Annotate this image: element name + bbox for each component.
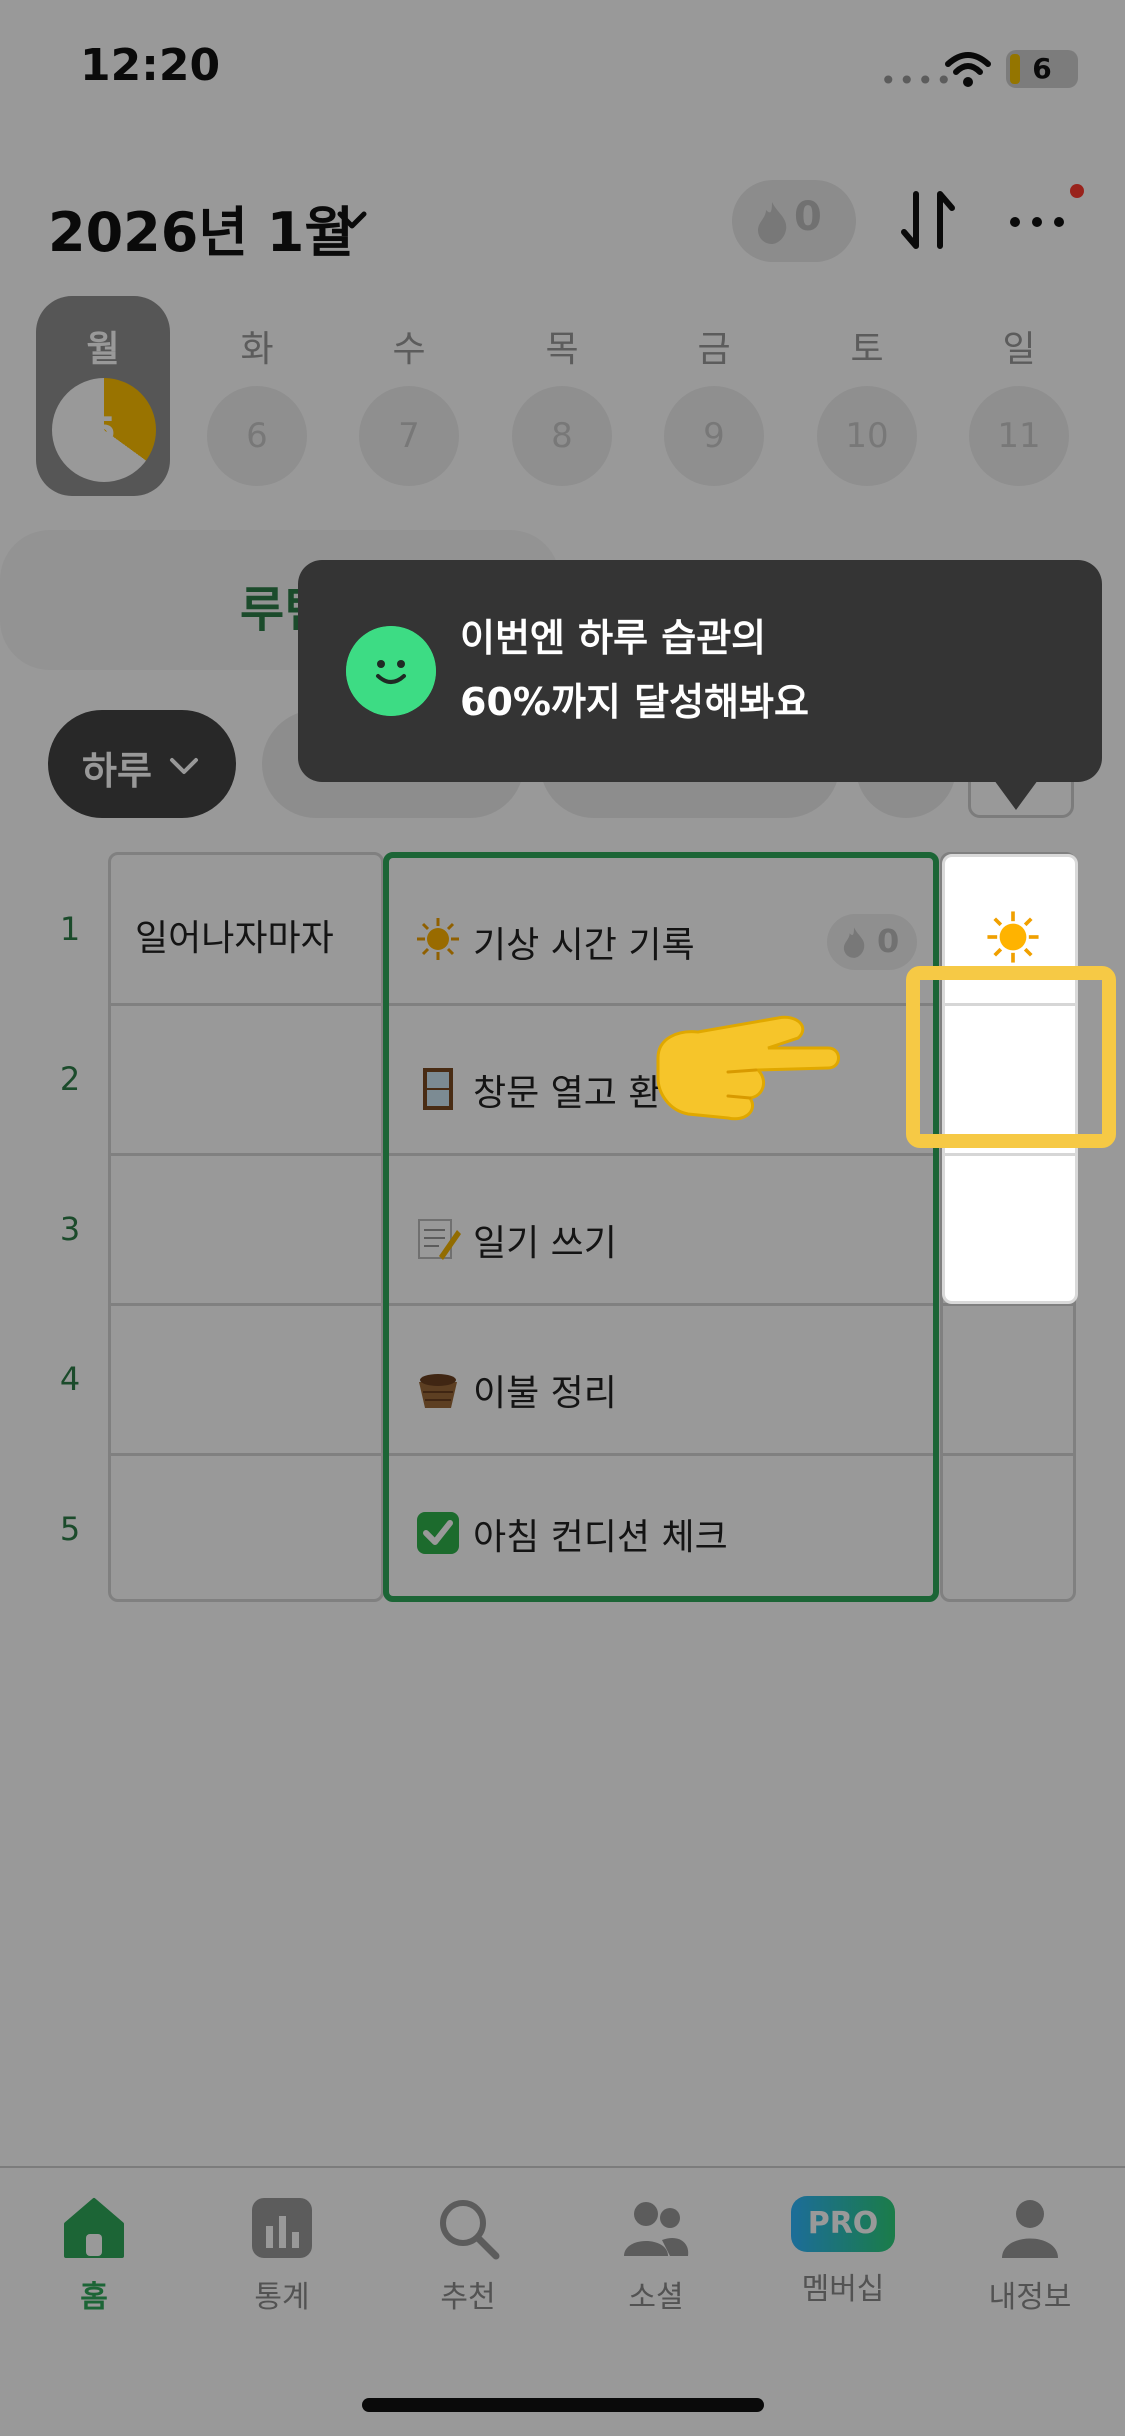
coach-tooltip: 이번엔 하루 습관의 60%까지 달성해봐요 [298, 560, 1102, 782]
smile-icon [346, 626, 436, 716]
tooltip-text: 이번엔 하루 습관의 60%까지 달성해봐요 [460, 606, 1080, 734]
tooltip-line-2: 60%까지 달성해봐요 [460, 680, 809, 724]
tooltip-line-1: 이번엔 하루 습관의 [460, 616, 767, 660]
check-cell-target[interactable] [906, 966, 1116, 1148]
pointing-hand-icon [656, 1015, 840, 1121]
tooltip-arrow [994, 780, 1038, 810]
sun-icon [987, 911, 1039, 963]
